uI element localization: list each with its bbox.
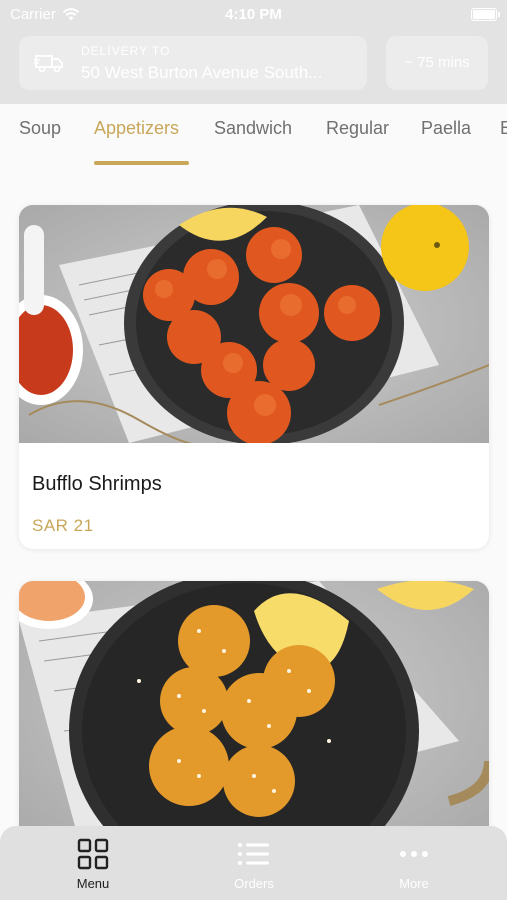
ellipsis-icon <box>400 851 428 857</box>
tab-menu-label: Menu <box>76 876 110 891</box>
item-name: Bufflo Shrimps <box>32 473 162 495</box>
tab-orders[interactable]: Orders <box>194 838 314 891</box>
tab-orders-label: Orders <box>234 876 274 891</box>
tab-paella[interactable]: Paella <box>421 118 471 139</box>
active-tab-indicator <box>94 161 189 165</box>
delivery-address: 50 West Burton Avenue South... <box>81 63 323 82</box>
delivery-label: DELIVERY TO <box>81 44 171 58</box>
tab-appetizers[interactable]: Appetizers <box>94 118 179 139</box>
status-bar: Carrier 4:10 PM <box>0 0 507 28</box>
delivery-address-button[interactable]: DELIVERY TO 50 West Burton Avenue South.… <box>19 36 367 90</box>
header: Carrier 4:10 PM DELIVERY TO 50 West Burt… <box>0 0 507 104</box>
tab-more[interactable]: More <box>354 838 474 891</box>
battery-icon <box>471 8 500 21</box>
list-icon <box>238 843 269 865</box>
grid-icon <box>77 838 109 870</box>
tab-soup[interactable]: Soup <box>19 118 61 139</box>
tab-sandwich[interactable]: Sandwich <box>214 118 292 139</box>
truck-icon <box>34 55 63 73</box>
tab-menu[interactable]: Menu <box>33 838 153 891</box>
clock: 4:10 PM <box>225 6 282 23</box>
eta-badge[interactable]: ~ 75 mins <box>386 36 488 90</box>
tab-more-label: More <box>399 876 429 891</box>
tab-regular[interactable]: Regular <box>326 118 389 139</box>
menu-item-card[interactable]: Bufflo Shrimps SAR 21 <box>19 205 489 549</box>
food-image <box>19 205 489 443</box>
item-price: SAR 21 <box>32 516 94 535</box>
bottom-tab-bar: Menu Orders More <box>0 826 507 900</box>
tab-next-partial[interactable]: B <box>500 118 507 139</box>
category-tabs: Soup Appetizers Sandwich Regular Paella … <box>0 104 507 174</box>
